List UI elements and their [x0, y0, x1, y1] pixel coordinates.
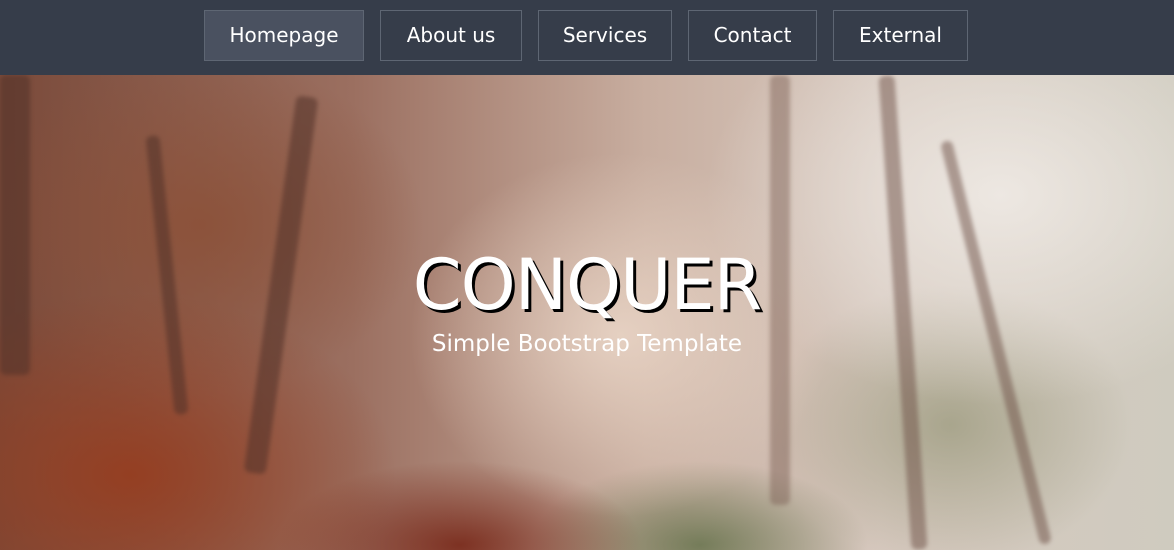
hero-subtitle: Simple Bootstrap Template	[431, 331, 743, 357]
hero-title: CONQUER	[412, 244, 763, 326]
hero-content: CONQUER Simple Bootstrap Template	[0, 245, 1174, 359]
nav-about-link[interactable]: About us	[380, 10, 522, 61]
top-navbar: Homepage About us Services Contact Exter…	[0, 0, 1174, 75]
nav-external-link[interactable]: External	[833, 10, 968, 61]
nav-services-link[interactable]: Services	[538, 10, 672, 61]
nav-homepage-link[interactable]: Homepage	[204, 10, 364, 61]
nav-contact-link[interactable]: Contact	[688, 10, 817, 61]
hero-section: CONQUER Simple Bootstrap Template	[0, 75, 1174, 550]
